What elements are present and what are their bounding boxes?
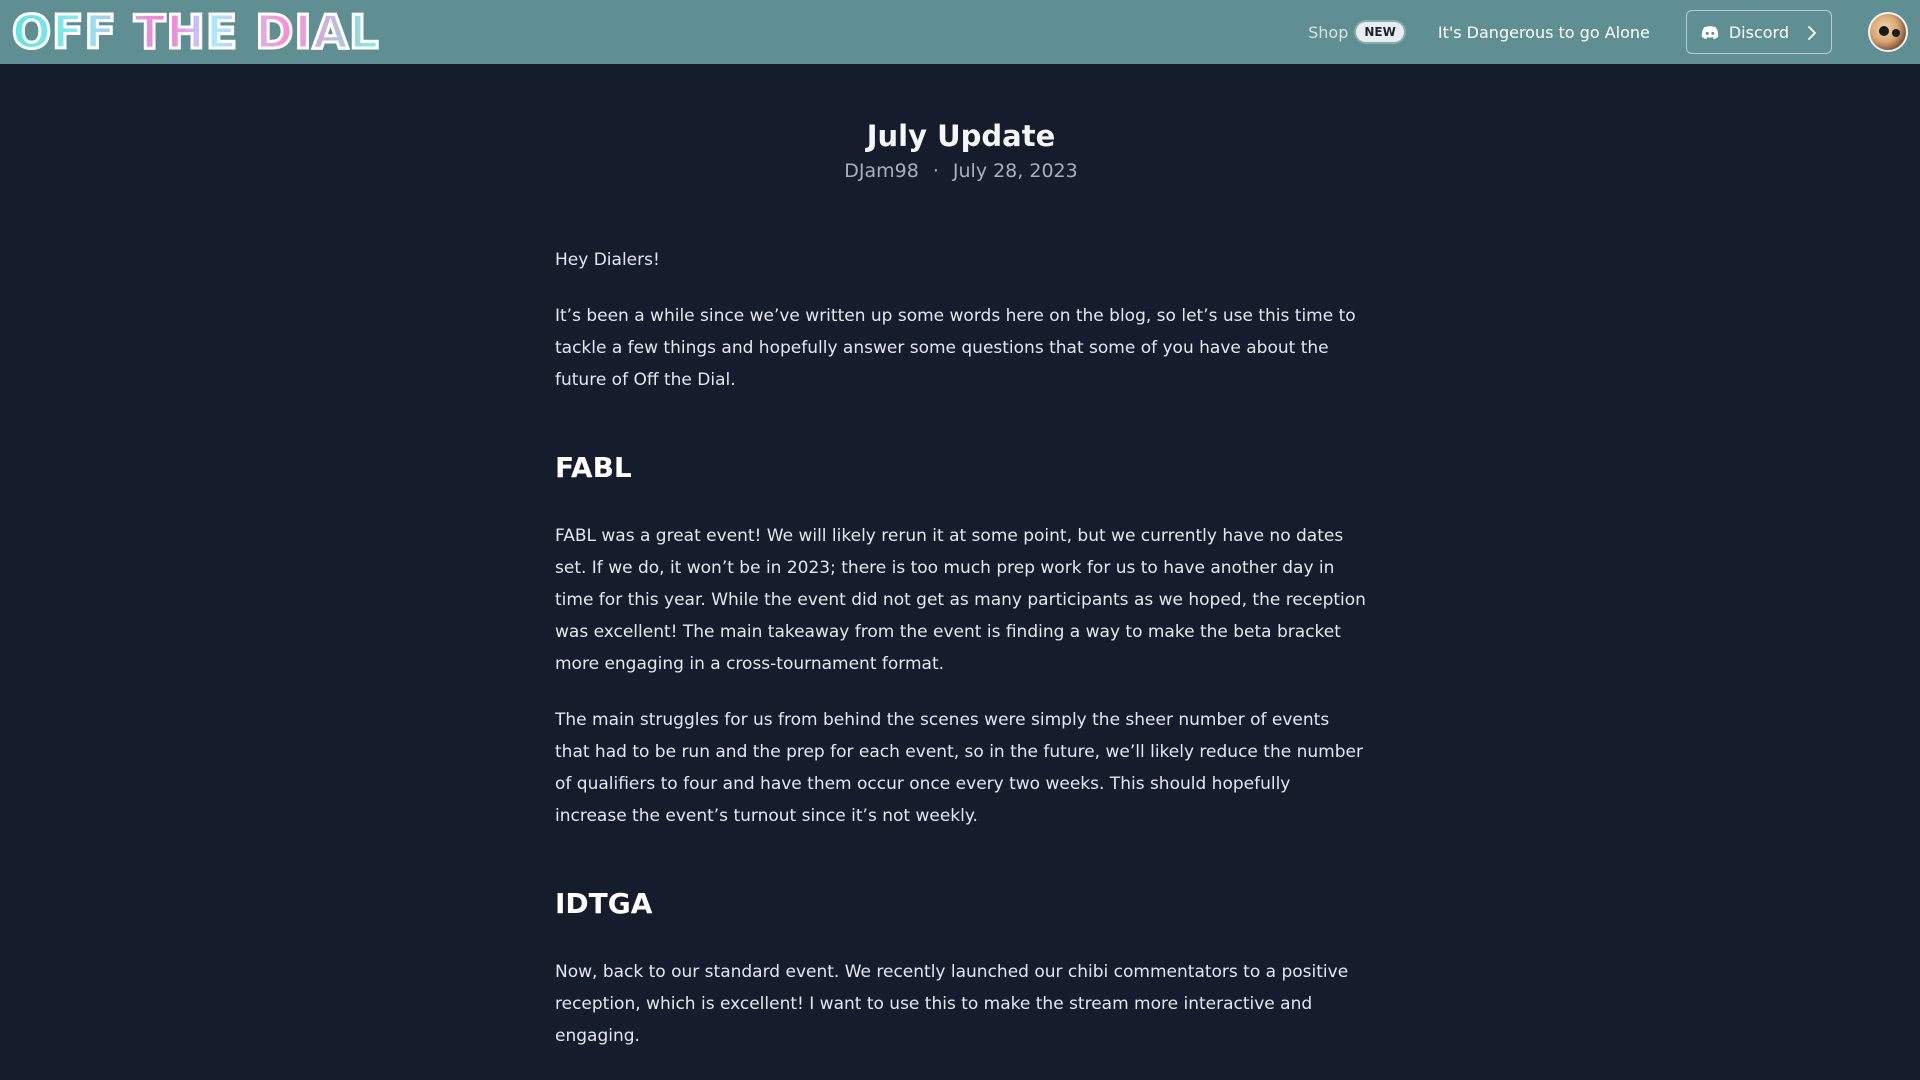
post-body: Hey Dialers! It’s been a while since we’…	[555, 244, 1367, 1052]
blog-post: July Update DJam98 · July 28, 2023 Hey Dia…	[555, 64, 1367, 1076]
post-header: July Update DJam98 · July 28, 2023	[555, 118, 1367, 184]
section-heading: IDTGA	[555, 887, 653, 920]
idtga-link[interactable]: It's Dangerous to go Alone	[1438, 23, 1650, 42]
shop-label[interactable]: Shop	[1308, 23, 1348, 42]
post-author[interactable]: DJam98	[844, 160, 919, 182]
post-title: July Update	[866, 119, 1056, 153]
post-meta: DJam98 · July 28, 2023	[555, 158, 1367, 184]
paragraph: It’s been a while since we’ve written up…	[555, 306, 1356, 390]
paragraph: The main struggles for us from behind th…	[555, 710, 1363, 826]
new-badge: NEW	[1356, 22, 1404, 42]
paragraph: Hey Dialers!	[555, 250, 660, 270]
meta-separator: ·	[932, 160, 939, 182]
top-navigation-bar: OFF THE DIAL Shop NEW It's Dangerous to …	[0, 0, 1920, 64]
user-avatar[interactable]	[1868, 12, 1908, 52]
chevron-right-icon	[1807, 25, 1817, 40]
paragraph: Now, back to our standard event. We rece…	[555, 962, 1349, 1046]
post-date: July 28, 2023	[952, 160, 1078, 182]
main-nav: Shop NEW It's Dangerous to go Alone Disc…	[1308, 0, 1920, 64]
discord-button[interactable]: Discord	[1685, 10, 1832, 54]
discord-icon	[1701, 25, 1719, 40]
discord-label: Discord	[1728, 22, 1789, 42]
logo-text[interactable]: OFF THE DIAL	[11, 6, 380, 59]
paragraph: FABL was a great event! We will likely r…	[555, 526, 1366, 674]
shop-link[interactable]: Shop NEW	[1308, 22, 1404, 42]
site-logo[interactable]: OFF THE DIAL	[11, 6, 380, 59]
section-heading: FABL	[555, 451, 632, 484]
